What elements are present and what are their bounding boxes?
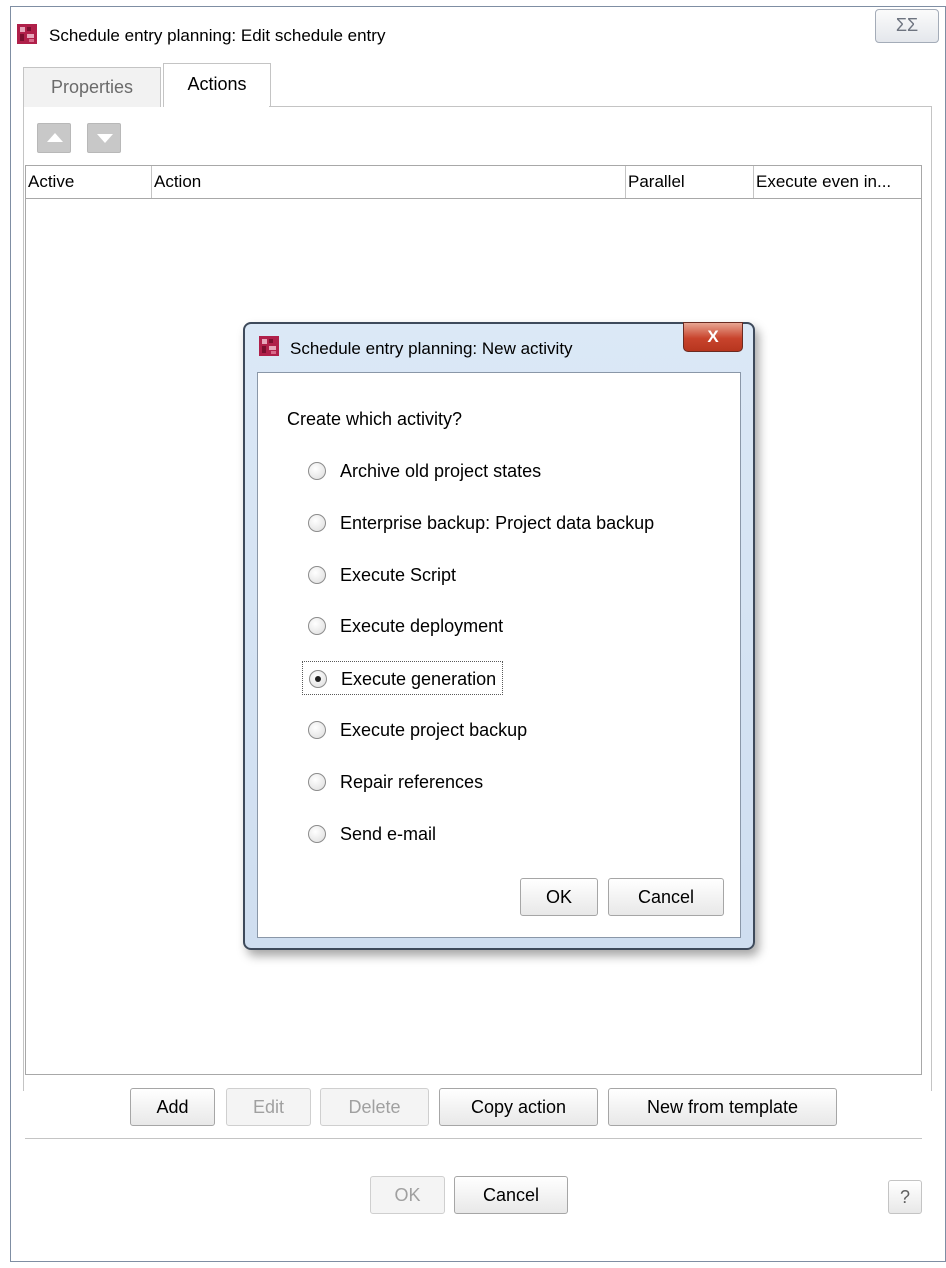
radio-button[interactable]	[308, 825, 326, 843]
move-up-button[interactable]	[37, 123, 71, 153]
option-archive-old-project-states[interactable]: Archive old project states	[300, 454, 541, 488]
option-execute-generation[interactable]: Execute generation	[302, 661, 504, 695]
column-header-action[interactable]: Action	[152, 166, 626, 198]
tab-properties[interactable]: Properties	[23, 67, 161, 107]
window-titlebar: Schedule entry planning: Edit schedule e…	[11, 7, 945, 63]
app-logo-icon	[17, 24, 37, 44]
option-label: Execute generation	[341, 669, 497, 689]
delete-button[interactable]: Delete	[320, 1088, 429, 1126]
option-execute-script[interactable]: Execute Script	[300, 558, 456, 592]
dialog-ok-button[interactable]: OK	[520, 878, 598, 916]
dialog-title: Schedule entry planning: New activity	[290, 339, 573, 358]
dialog-prompt: Create which activity?	[287, 409, 463, 429]
close-icon: X	[707, 327, 719, 346]
copy-action-button[interactable]: Copy action	[439, 1088, 598, 1126]
option-label: Archive old project states	[340, 461, 542, 481]
question-mark-icon: ?	[899, 1187, 910, 1207]
option-execute-project-backup[interactable]: Execute project backup	[300, 713, 527, 747]
radio-button-selected[interactable]	[309, 670, 327, 688]
column-header-active[interactable]: Active	[26, 166, 152, 198]
radio-button[interactable]	[308, 617, 326, 635]
window-title: Schedule entry planning: Edit schedule e…	[49, 26, 386, 45]
help-button[interactable]: ?	[888, 1180, 922, 1214]
dialog-close-button[interactable]: X	[683, 322, 743, 352]
triangle-up-icon	[47, 133, 63, 142]
radio-button[interactable]	[308, 462, 326, 480]
option-execute-deployment[interactable]: Execute deployment	[300, 609, 503, 643]
cancel-button[interactable]: Cancel	[454, 1176, 568, 1214]
tab-panel-border	[269, 106, 931, 107]
option-label: Send e-mail	[340, 824, 437, 844]
option-label: Repair references	[340, 772, 484, 792]
ok-button[interactable]: OK	[370, 1176, 445, 1214]
tab-panel-left-border	[23, 106, 24, 1091]
column-header-parallel[interactable]: Parallel	[626, 166, 754, 198]
option-label: Execute Script	[340, 565, 457, 585]
new-activity-dialog: Schedule entry planning: New activity X …	[243, 322, 755, 950]
radio-button[interactable]	[308, 773, 326, 791]
tab-panel-right-border	[931, 106, 932, 1091]
option-label: Execute deployment	[340, 616, 504, 636]
option-label: Enterprise backup: Project data backup	[340, 513, 655, 533]
tab-actions[interactable]: Actions	[163, 63, 271, 107]
tab-actions-label: Actions	[187, 74, 247, 94]
new-from-template-button[interactable]: New from template	[608, 1088, 837, 1126]
close-icon: ΣΣ	[895, 15, 919, 35]
column-header-execute-even-in[interactable]: Execute even in...	[754, 166, 923, 198]
option-send-email[interactable]: Send e-mail	[300, 817, 436, 851]
radio-button[interactable]	[308, 721, 326, 739]
radio-dot-icon	[315, 676, 321, 682]
app-logo-icon	[259, 336, 279, 356]
edit-button[interactable]: Edit	[226, 1088, 311, 1126]
radio-button[interactable]	[308, 566, 326, 584]
dialog-body: Create which activity? Archive old proje…	[257, 372, 741, 938]
dialog-cancel-button[interactable]: Cancel	[608, 878, 724, 916]
table-header: Active Action Parallel Execute even in..…	[26, 166, 921, 199]
tab-properties-label: Properties	[50, 77, 134, 97]
footer-divider	[25, 1138, 922, 1139]
option-enterprise-backup[interactable]: Enterprise backup: Project data backup	[300, 506, 654, 540]
radio-button[interactable]	[308, 514, 326, 532]
move-down-button[interactable]	[87, 123, 121, 153]
window-close-button[interactable]: ΣΣ	[875, 9, 939, 43]
option-label: Execute project backup	[340, 720, 528, 740]
option-repair-references[interactable]: Repair references	[300, 765, 483, 799]
add-button[interactable]: Add	[130, 1088, 215, 1126]
triangle-down-icon	[97, 134, 113, 143]
